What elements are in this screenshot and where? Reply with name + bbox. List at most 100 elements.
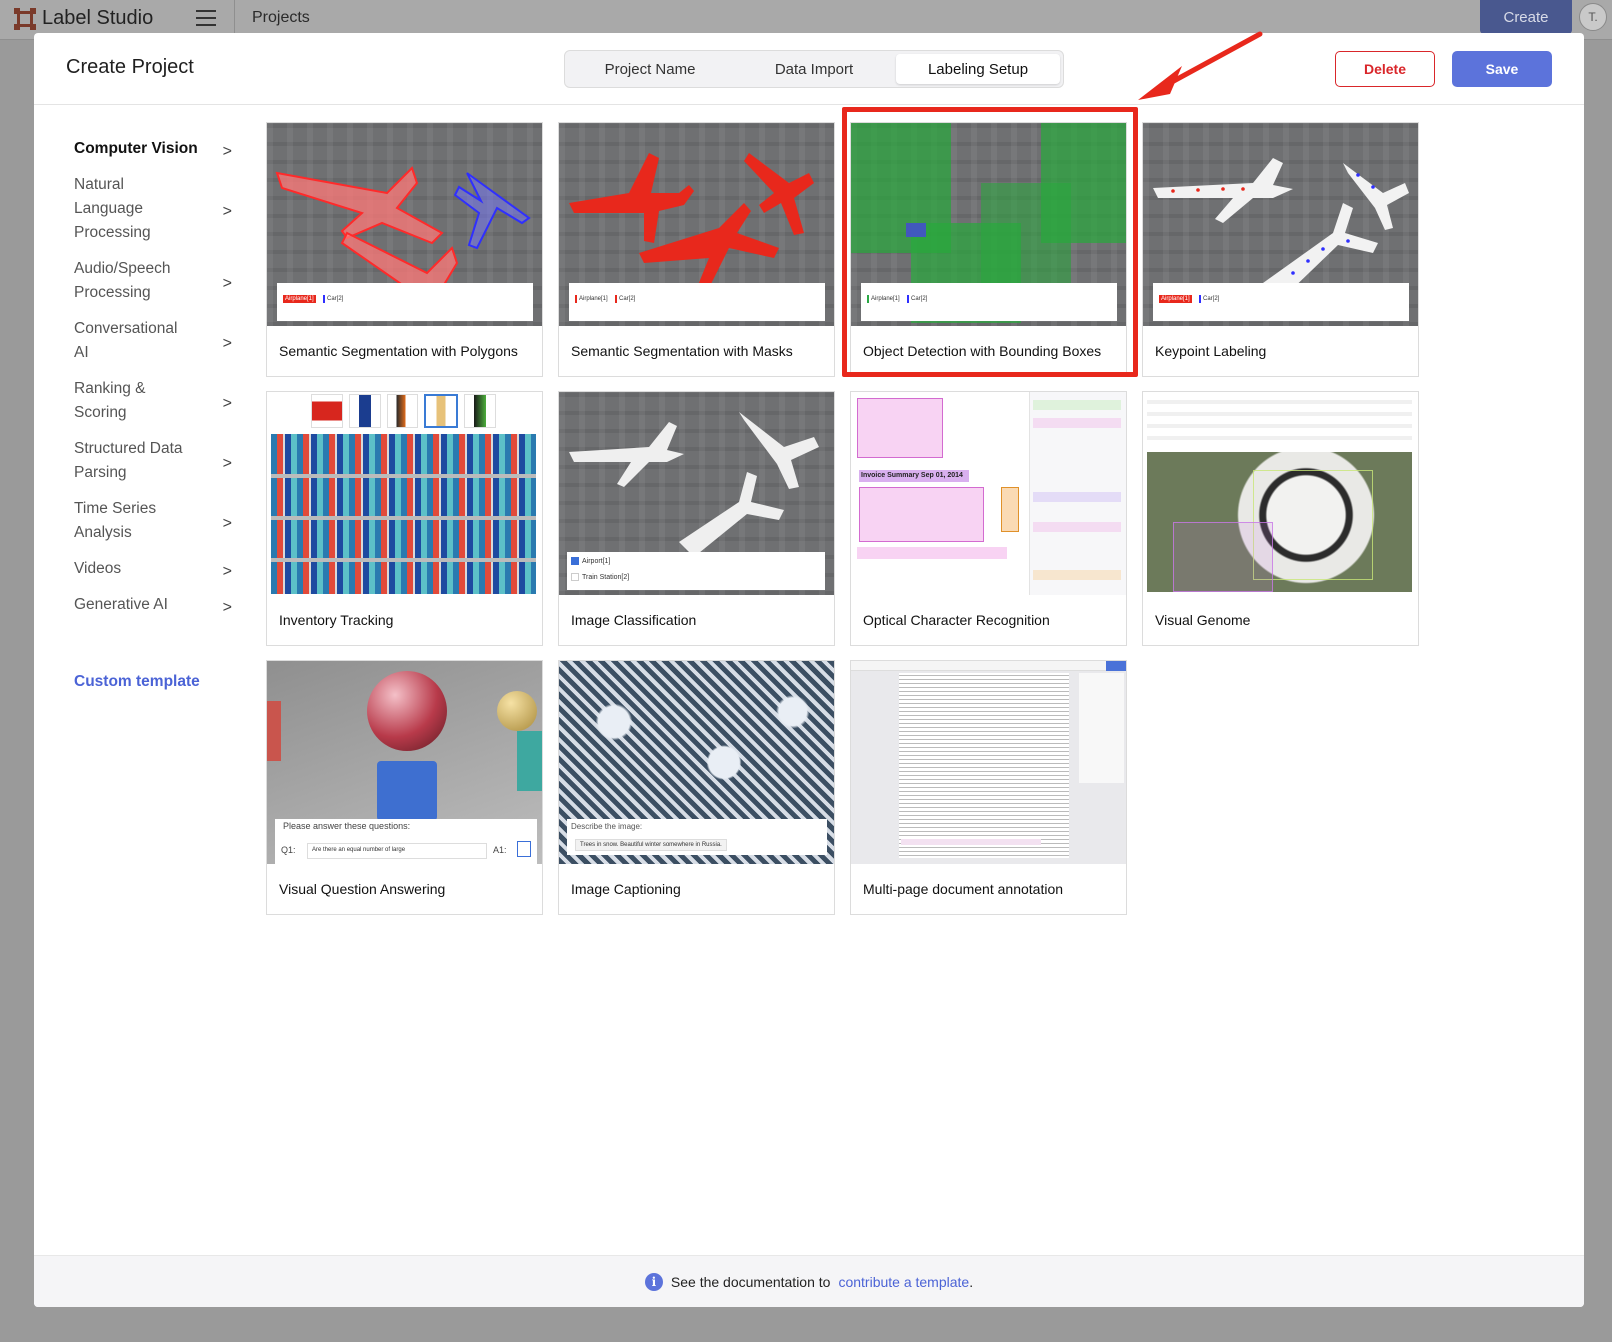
sidebar-item-structured-data[interactable]: Structured Data Parsing >: [74, 437, 234, 485]
sidebar-item-conversational-ai[interactable]: Conversational AI >: [74, 317, 234, 365]
option-label: Airport[1]: [582, 557, 611, 565]
vqa-a-label: A1:: [493, 845, 507, 855]
template-card-title: Semantic Segmentation with Masks: [571, 343, 793, 359]
template-thumbnail: Please answer these questions: Q1: Are t…: [267, 661, 542, 864]
vqa-answer-input[interactable]: [517, 841, 531, 857]
breadcrumb-projects[interactable]: Projects: [252, 9, 310, 27]
vqa-panel: Please answer these questions: Q1: Are t…: [275, 819, 537, 864]
label-strip: Airplane[1] Car[2]: [277, 283, 533, 321]
template-card-semantic-polygons[interactable]: Airplane[1] Car[2] Semantic Segmentation…: [266, 122, 543, 377]
sidebar-item-label: Audio/Speech Processing: [74, 260, 171, 301]
template-category-sidebar: Computer Vision > Natural Language Proce…: [74, 137, 274, 629]
template-card-keypoint[interactable]: Airplane[1] Car[2] Keypoint Labeling: [1142, 122, 1419, 377]
chevron-right-icon: >: [222, 455, 232, 472]
sidebar-item-nlp[interactable]: Natural Language Processing >: [74, 173, 234, 245]
template-card-title: Image Captioning: [571, 881, 681, 897]
selected-template-highlight: [842, 107, 1138, 377]
custom-template-link[interactable]: Custom template: [74, 673, 200, 691]
create-project-button[interactable]: Create: [1480, 0, 1572, 34]
label-tag-airplane: Airplane[1]: [1159, 295, 1192, 303]
user-avatar[interactable]: T.: [1579, 3, 1607, 31]
caption-prompt: Describe the image:: [571, 822, 643, 831]
sidebar-item-videos[interactable]: Videos >: [74, 557, 234, 581]
template-thumbnail: [851, 661, 1126, 864]
sidebar-item-label: Generative AI: [74, 596, 168, 613]
tab-data-import[interactable]: Data Import: [732, 54, 896, 84]
sidebar-item-label: Conversational AI: [74, 320, 178, 361]
template-card-title: Image Classification: [571, 612, 697, 628]
template-card-multipage[interactable]: Multi-page document annotation: [850, 660, 1127, 915]
label-tag-airplane: Airplane[1]: [575, 295, 610, 303]
label-strip: Airplane[1] Car[2]: [569, 283, 825, 321]
sidebar-item-label: Computer Vision: [74, 140, 198, 157]
checkbox-icon: [571, 573, 579, 581]
template-card-title: Visual Question Answering: [279, 881, 446, 897]
sidebar-item-ranking[interactable]: Ranking & Scoring >: [74, 377, 234, 425]
chevron-right-icon: >: [222, 563, 232, 580]
sidebar-item-time-series[interactable]: Time Series Analysis >: [74, 497, 234, 545]
chevron-right-icon: >: [222, 203, 232, 220]
caption-panel: Describe the image: Trees in snow. Beaut…: [567, 819, 827, 855]
chevron-right-icon: >: [222, 275, 232, 292]
label-studio-logo-icon: [14, 7, 36, 30]
label-tag-car: Car[2]: [1199, 295, 1221, 303]
shelf-photo: [271, 434, 536, 594]
sidebar-item-label: Natural Language Processing: [74, 176, 151, 241]
modal-title: Create Project: [66, 56, 194, 78]
template-thumbnail: Describe the image: Trees in snow. Beaut…: [559, 661, 834, 864]
template-card-visual-genome[interactable]: Visual Genome: [1142, 391, 1419, 646]
vqa-prompt: Please answer these questions:: [283, 821, 411, 831]
create-project-modal: Create Project Project Name Data Import …: [34, 33, 1584, 1307]
label-tag-airplane: Airplane[1]: [283, 295, 316, 303]
tab-project-name[interactable]: Project Name: [568, 54, 732, 84]
delete-button[interactable]: Delete: [1335, 51, 1435, 87]
template-card-title: Keypoint Labeling: [1155, 343, 1267, 359]
save-button[interactable]: Save: [1452, 51, 1552, 87]
sidebar-item-audio[interactable]: Audio/Speech Processing >: [74, 257, 234, 305]
template-thumbnail: Airplane[1] Car[2]: [1143, 123, 1418, 326]
vqa-question-text: Are there an equal number of large: [307, 843, 487, 859]
template-card-vqa[interactable]: Please answer these questions: Q1: Are t…: [266, 660, 543, 915]
annotation-arrow-icon: [1138, 31, 1263, 100]
app-logo[interactable]: Label Studio: [14, 7, 153, 30]
label-tag-car: Car[2]: [615, 295, 637, 303]
template-card-image-classification[interactable]: Airport[1] Train Station[2] Image Classi…: [558, 391, 835, 646]
chevron-right-icon: >: [222, 335, 232, 352]
checkbox-checked-icon: [571, 557, 579, 565]
product-icons: [311, 394, 496, 428]
footer-suffix: .: [969, 1273, 974, 1290]
template-thumbnail: Airplane[1] Car[2]: [267, 123, 542, 326]
template-thumbnail: [267, 392, 542, 595]
template-card-title: Visual Genome: [1155, 612, 1251, 628]
sidebar-item-computer-vision[interactable]: Computer Vision >: [74, 137, 234, 161]
template-thumbnail: Airplane[1] Car[2]: [559, 123, 834, 326]
template-card-title: Multi-page document annotation: [863, 881, 1064, 897]
chevron-right-icon: >: [222, 515, 232, 532]
template-card-semantic-masks[interactable]: Airplane[1] Car[2] Semantic Segmentation…: [558, 122, 835, 377]
menu-icon[interactable]: [196, 10, 216, 26]
info-icon: i: [644, 1272, 663, 1291]
sidebar-item-label: Ranking & Scoring: [74, 380, 146, 421]
classification-options: Airport[1] Train Station[2]: [567, 552, 825, 590]
template-card-title: Semantic Segmentation with Polygons: [279, 343, 518, 359]
template-thumbnail: Invoice Summary Sep 01, 2014: [851, 392, 1126, 595]
label-strip: Airplane[1] Car[2]: [1153, 283, 1409, 321]
template-card-ocr[interactable]: Invoice Summary Sep 01, 2014 Optical Cha…: [850, 391, 1127, 646]
sidebar-item-generative-ai[interactable]: Generative AI >: [74, 593, 234, 617]
step-tabs: Project Name Data Import Labeling Setup: [564, 50, 1064, 88]
app-title: Label Studio: [42, 7, 154, 29]
sidebar-item-label: Structured Data Parsing: [74, 440, 183, 481]
tab-labeling-setup[interactable]: Labeling Setup: [896, 54, 1060, 84]
ocr-highlight-text: Invoice Summary Sep 01, 2014: [859, 470, 969, 482]
template-card-title: Inventory Tracking: [279, 612, 394, 628]
option-train-station[interactable]: Train Station[2]: [571, 573, 629, 581]
modal-footer: i See the documentation to contribute a …: [34, 1255, 1584, 1307]
option-airport[interactable]: Airport[1]: [571, 557, 610, 565]
template-card-inventory[interactable]: Inventory Tracking: [266, 391, 543, 646]
option-label: Train Station[2]: [582, 573, 630, 581]
template-card-title: Optical Character Recognition: [863, 612, 1050, 628]
modal-header: Create Project Project Name Data Import …: [34, 33, 1584, 105]
contribute-template-link[interactable]: contribute a template: [838, 1274, 969, 1290]
footer-text: See the documentation to: [670, 1273, 831, 1290]
template-card-image-captioning[interactable]: Describe the image: Trees in snow. Beaut…: [558, 660, 835, 915]
